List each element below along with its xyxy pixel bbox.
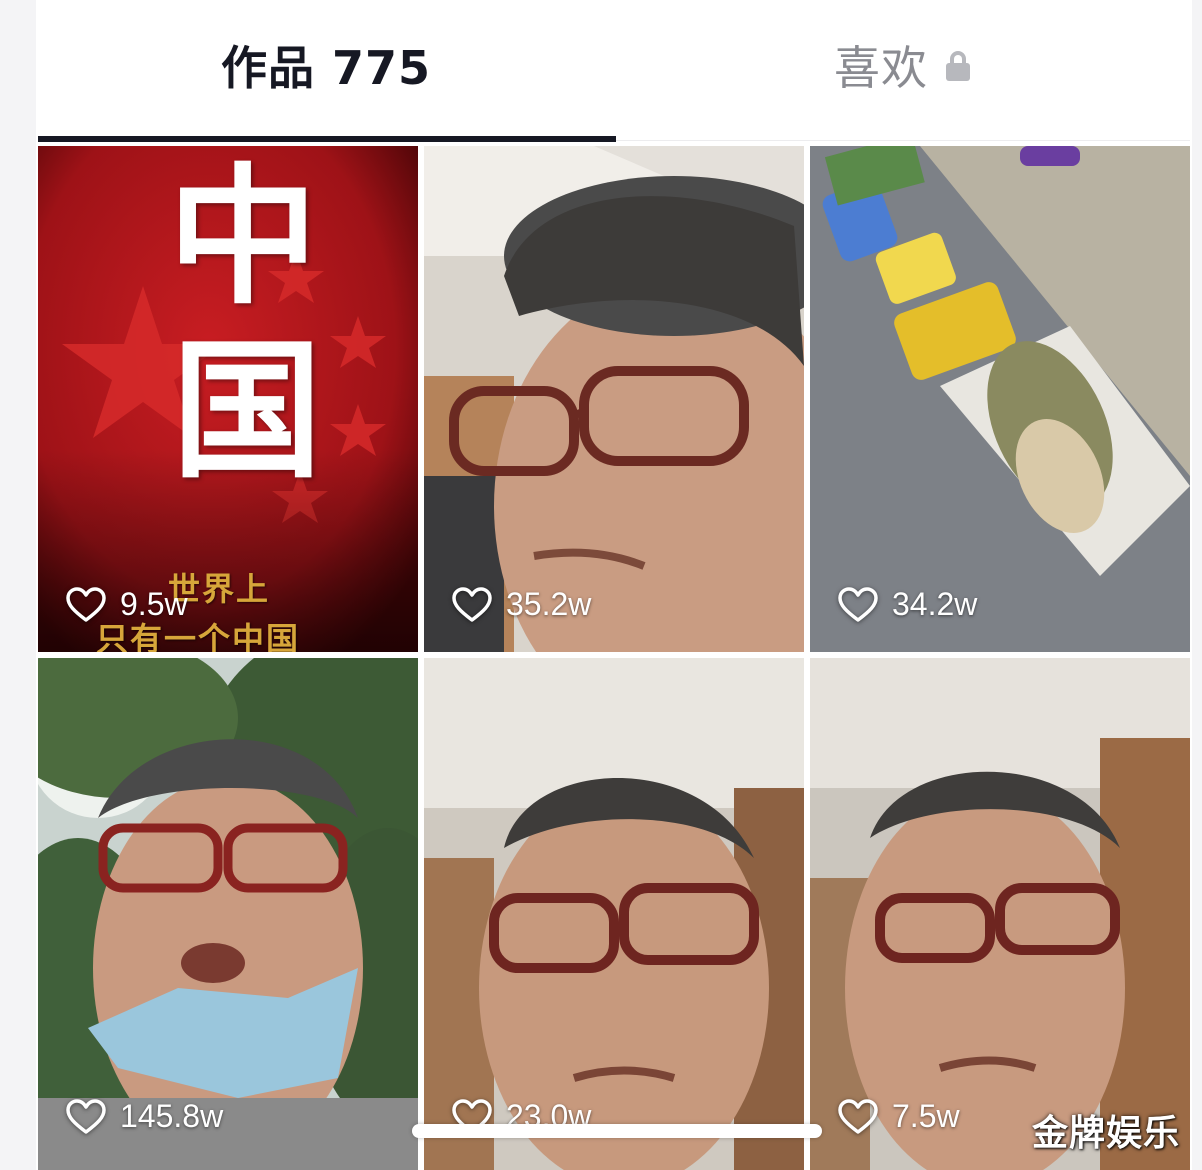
active-tab-indicator	[38, 136, 616, 142]
tab-works-label: 作品 775	[220, 41, 432, 95]
video-cover	[810, 146, 1190, 652]
video-thumbnail[interactable]: 23.0w	[424, 658, 804, 1170]
watermark: 金牌娱乐	[1031, 1113, 1180, 1154]
tab-likes-label: 喜欢	[834, 41, 928, 95]
video-thumbnail[interactable]: 中 国 世界上 只有一个中国 9.5w	[38, 146, 418, 652]
video-cover	[38, 658, 418, 1170]
poster-title-bottom: 国	[172, 323, 323, 499]
video-thumbnail[interactable]: 35.2w	[424, 146, 804, 652]
video-thumbnail[interactable]: 7.5w	[810, 658, 1190, 1170]
profile-tabs: 作品 775 喜欢	[38, 0, 1190, 146]
video-cover	[424, 146, 804, 652]
video-thumbnail[interactable]: 34.2w	[810, 146, 1190, 652]
like-count-text: 9.5w	[120, 586, 188, 622]
profile-videos-screen: 作品 775 喜欢 中 国 世界上 只有一个中国 9.5w 35.2w 34.2…	[0, 0, 1202, 1170]
right-margin	[1192, 0, 1202, 1170]
like-count: 145.8w	[66, 1098, 223, 1135]
heart-outline-icon	[838, 1098, 878, 1134]
like-count-text: 7.5w	[892, 1098, 960, 1134]
like-count-text: 34.2w	[892, 586, 978, 622]
poster-title-top: 中	[168, 149, 319, 325]
left-margin	[0, 0, 36, 1170]
video-cover	[424, 658, 804, 1170]
video-grid: 中 国 世界上 只有一个中国 9.5w 35.2w 34.2w 145.8w 2…	[38, 146, 1190, 1170]
video-cover	[810, 658, 1190, 1170]
home-indicator-bar[interactable]	[412, 1124, 822, 1138]
tab-likes[interactable]: 喜欢	[614, 0, 1190, 146]
like-count: 9.5w	[66, 586, 188, 623]
tab-divider	[616, 140, 1190, 141]
like-count-text: 35.2w	[506, 586, 592, 622]
like-count-text: 145.8w	[120, 1098, 224, 1134]
like-count: 35.2w	[452, 586, 591, 623]
lock-icon	[946, 51, 970, 81]
like-count: 7.5w	[838, 1098, 960, 1135]
heart-outline-icon	[66, 586, 106, 622]
heart-outline-icon	[838, 586, 878, 622]
video-thumbnail[interactable]: 145.8w	[38, 658, 418, 1170]
heart-outline-icon	[452, 586, 492, 622]
heart-outline-icon	[66, 1098, 106, 1134]
tab-works[interactable]: 作品 775	[38, 0, 614, 146]
like-count: 34.2w	[838, 586, 977, 623]
